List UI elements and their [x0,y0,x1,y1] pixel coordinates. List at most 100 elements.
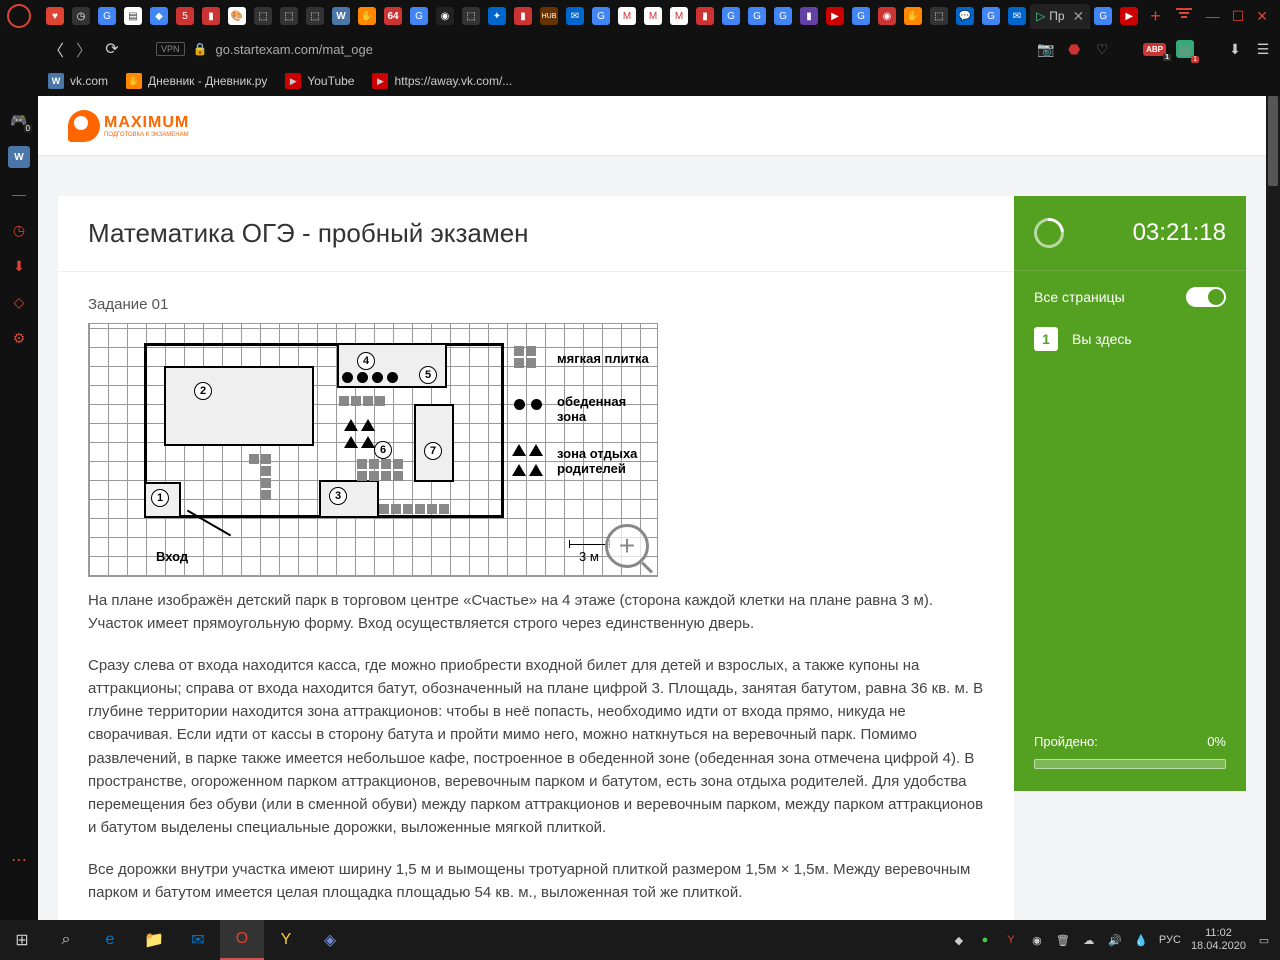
tab-icon[interactable]: ◉ [436,7,454,25]
tray-icon[interactable]: ● [977,932,993,948]
scrollbar-thumb[interactable] [1268,96,1278,186]
tab-icon[interactable]: M [644,7,662,25]
tab-icon[interactable]: G [410,7,428,25]
back-button[interactable]: 〈 [46,39,66,59]
tab-icon[interactable]: ✋ [904,7,922,25]
twitch-icon[interactable]: 🎮0 [9,110,29,130]
tab-icon[interactable]: ✉ [1008,7,1026,25]
explorer-icon[interactable]: 📁 [132,920,176,960]
plan-marker-5: 5 [419,366,437,384]
opera-menu-icon[interactable] [1174,8,1194,25]
cube-icon[interactable]: ◇ [9,292,29,312]
tab-icon[interactable]: 🎨 [228,7,246,25]
tab-icon[interactable]: ⬚ [462,7,480,25]
tab-icon[interactable]: ◉ [878,7,896,25]
tab-icon[interactable]: ▤ [124,7,142,25]
tab-icon[interactable]: G [1094,7,1112,25]
close-icon[interactable]: ✕ [1073,8,1085,25]
scrollbar[interactable] [1266,96,1280,920]
start-button[interactable]: ⊞ [0,920,44,960]
tab-icon[interactable]: G [722,7,740,25]
tab-icon[interactable]: ✋ [358,7,376,25]
easy-setup-icon[interactable]: ☰ [1254,40,1272,58]
tab-icon[interactable]: G [852,7,870,25]
tab-icon[interactable]: ▮ [202,7,220,25]
tab-icon[interactable]: G [98,7,116,25]
yandex-icon[interactable]: Y [264,920,308,960]
tab-icon[interactable]: 💬 [956,7,974,25]
tab-icon[interactable]: ⬚ [254,7,272,25]
current-page-badge[interactable]: 1 [1034,327,1058,351]
site-logo[interactable]: MAXIMUM ПОДГОТОВКА К ЭКЗАМЕНАМ [68,110,189,142]
zoom-icon[interactable]: + [605,524,649,568]
tray-icon[interactable]: 🗑 [1055,932,1071,948]
discord-icon[interactable]: ◈ [308,920,352,960]
forward-button[interactable]: 〉 [74,39,94,59]
tray-icon[interactable]: ☁ [1081,932,1097,948]
tab-icon[interactable]: G [748,7,766,25]
maximize-button[interactable]: ☐ [1232,8,1245,25]
history-icon[interactable]: ◷ [9,220,29,240]
bookmark-item[interactable]: ✋Дневник - Дневник.ру [126,73,267,89]
tab-icon[interactable]: G [592,7,610,25]
clock[interactable]: 11:02 18.04.2020 [1191,927,1246,953]
floor-plan-image[interactable]: 1 2 3 4 5 6 7 [88,323,658,577]
tab-icon[interactable]: ▶ [826,7,844,25]
opera-logo-icon[interactable] [7,4,31,28]
extension-icon[interactable]: ▦1 [1176,40,1194,58]
more-icon[interactable]: ⋯ [11,850,27,870]
tab-icon[interactable]: ⬚ [930,7,948,25]
abp-icon[interactable]: ABP1 [1143,43,1166,56]
tab-icon[interactable]: G [982,7,1000,25]
edge-icon[interactable]: e [88,920,132,960]
opera-taskbar-icon[interactable]: O [220,920,264,960]
pages-toggle[interactable] [1186,287,1226,307]
minus-icon[interactable]: — [9,184,29,204]
tab-icon[interactable]: ◷ [72,7,90,25]
shield-icon[interactable]: ⬣ [1065,40,1083,58]
tray-icon[interactable]: ◆ [951,932,967,948]
download-icon[interactable]: ⬇ [1226,40,1244,58]
camera-icon[interactable]: 📷 [1037,40,1055,58]
search-button[interactable]: ⌕ [44,920,88,960]
tab-icon[interactable]: M [618,7,636,25]
vpn-badge[interactable]: VPN [156,42,185,56]
tab-active[interactable]: ▷ Пр ✕ [1030,4,1090,29]
tab-icon[interactable]: 5 [176,7,194,25]
tab-icon[interactable]: ▮ [514,7,532,25]
heart-icon[interactable]: ♡ [1093,40,1111,58]
tray-icon[interactable]: ◉ [1029,932,1045,948]
tab-icon[interactable]: W [332,7,350,25]
url-field[interactable]: go.startexam.com/mat_oge [215,42,1029,57]
volume-icon[interactable]: 🔊 [1107,932,1123,948]
gear-icon[interactable]: ⚙ [9,328,29,348]
reload-button[interactable]: ⟳ [102,39,122,59]
bookmark-item[interactable]: ▶https://away.vk.com/... [372,73,512,89]
tab-icon[interactable]: ♥ [46,7,64,25]
minimize-button[interactable]: — [1206,8,1220,25]
tray-icon[interactable]: 💧 [1133,932,1149,948]
tab-icon[interactable]: ▶ [1120,7,1138,25]
new-tab-button[interactable]: + [1150,6,1161,27]
tab-icon[interactable]: ◆ [150,7,168,25]
tab-icon[interactable]: HUB [540,7,558,25]
vk-icon[interactable]: W [8,146,30,168]
tab-icon[interactable]: 64 [384,7,402,25]
close-button[interactable]: ✕ [1256,8,1268,25]
language-indicator[interactable]: РУС [1159,934,1181,946]
tab-icon[interactable]: ✦ [488,7,506,25]
tab-icon[interactable]: ⬚ [306,7,324,25]
tab-icon[interactable]: ▮ [800,7,818,25]
lock-icon[interactable]: 🔒 [193,42,208,56]
tray-icon[interactable]: Y [1003,932,1019,948]
notifications-icon[interactable]: ▭ [1256,932,1272,948]
tab-icon[interactable]: G [774,7,792,25]
tab-icon[interactable]: ✉ [566,7,584,25]
tab-icon[interactable]: ⬚ [280,7,298,25]
bookmark-item[interactable]: ▶YouTube [285,73,354,89]
tab-icon[interactable]: M [670,7,688,25]
tab-icon[interactable]: ▮ [696,7,714,25]
bookmark-item[interactable]: Wvk.com [48,73,108,89]
download-icon[interactable]: ⬇ [9,256,29,276]
mail-icon[interactable]: ✉ [176,920,220,960]
